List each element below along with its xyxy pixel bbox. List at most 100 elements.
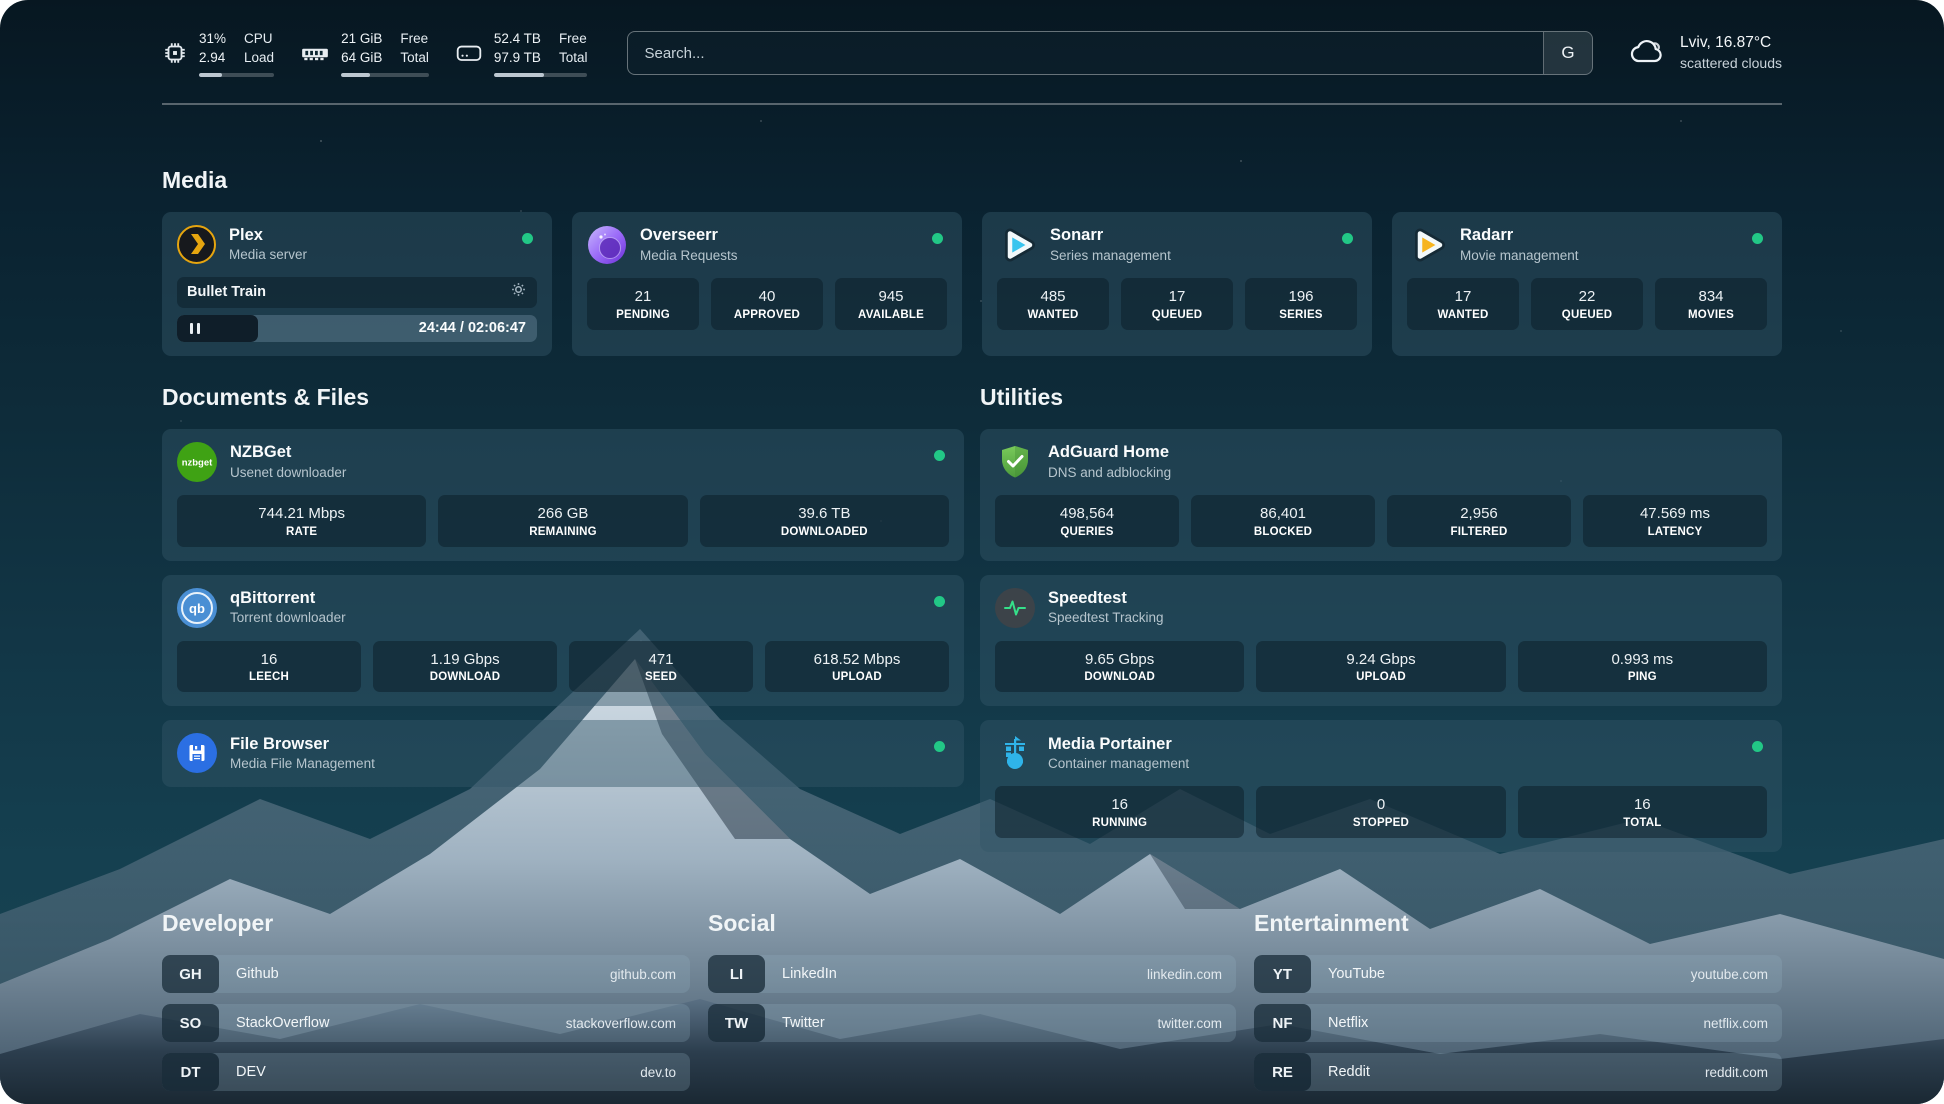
playback-progress-fill [177, 315, 258, 342]
service-title: Media Portainer [1048, 734, 1189, 755]
section-title-documents: Documents & Files [162, 384, 964, 411]
service-subtitle: Series management [1050, 247, 1171, 265]
service-title: Speedtest [1048, 588, 1164, 609]
service-card-adguard[interactable]: AdGuard Home DNS and adblocking 498,564 … [980, 429, 1782, 561]
service-card-speedtest[interactable]: Speedtest Speedtest Tracking 9.65 Gbps D… [980, 575, 1782, 707]
stat-tile-available: 945 AVAILABLE [835, 278, 947, 330]
service-card-plex[interactable]: Plex Media server Bullet Train [162, 212, 552, 356]
service-subtitle: Torrent downloader [230, 609, 346, 627]
stat-tile-latency: 47.569 ms LATENCY [1583, 495, 1767, 547]
stat-tile-stopped: 0 STOPPED [1256, 786, 1505, 838]
bookmark-github[interactable]: GH Github github.com [162, 955, 690, 993]
speedtest-icon [995, 588, 1035, 628]
service-subtitle: Movie management [1460, 247, 1579, 265]
bookmark-linkedin[interactable]: LI LinkedIn linkedin.com [708, 955, 1236, 993]
service-card-qbittorrent[interactable]: qb qBittorrent Torrent downloader [162, 575, 964, 707]
bookmark-url: reddit.com [1705, 1065, 1782, 1080]
stat-tile-download: 1.19 Gbps DOWNLOAD [373, 641, 557, 693]
session-settings-icon[interactable] [510, 281, 527, 303]
service-subtitle: Media server [229, 246, 307, 264]
service-title: Sonarr [1050, 225, 1171, 246]
service-title: AdGuard Home [1048, 442, 1171, 463]
stat-tile-filtered: 2,956 FILTERED [1387, 495, 1571, 547]
bookmark-abbr: DT [162, 1053, 219, 1091]
stat-tile-pending: 21 PENDING [587, 278, 699, 330]
service-card-overseerr[interactable]: Overseerr Media Requests 21 PENDING 40 A… [572, 212, 962, 356]
stat-tile-wanted: 17 WANTED [1407, 278, 1519, 330]
dashboard-window: 31%2.94 CPULoad [0, 0, 1944, 1104]
bookmark-abbr: TW [708, 1004, 765, 1042]
service-card-portainer[interactable]: Media Portainer Container management 16 … [980, 720, 1782, 852]
disk-icon [455, 40, 483, 66]
disk-values: 52.4 TB97.9 TB [494, 30, 541, 68]
bookmark-name: Reddit [1311, 1064, 1705, 1080]
bookmark-url: linkedin.com [1147, 967, 1236, 982]
service-subtitle: Container management [1048, 755, 1189, 773]
playback-progress-bar: 24:44 / 02:06:47 [177, 315, 537, 342]
cpu-stat-widget: 31%2.94 CPULoad [162, 30, 274, 77]
bookmark-name: StackOverflow [219, 1015, 566, 1031]
cpu-values: 31%2.94 [199, 30, 226, 68]
section-title-media: Media [162, 167, 1782, 194]
radarr-icon [1407, 225, 1447, 265]
service-subtitle: Media Requests [640, 247, 738, 265]
service-title: File Browser [230, 734, 375, 755]
bookmark-url: youtube.com [1691, 967, 1782, 982]
section-title-social: Social [708, 910, 1236, 937]
service-card-filebrowser[interactable]: File Browser Media File Management [162, 720, 964, 787]
section-title-entertainment: Entertainment [1254, 910, 1782, 937]
status-dot [934, 596, 945, 607]
status-dot [1752, 233, 1763, 244]
bookmark-url: stackoverflow.com [566, 1016, 690, 1031]
cpu-progress-bar [199, 73, 274, 77]
memory-values: 21 GiB64 GiB [341, 30, 382, 68]
bookmark-url: dev.to [640, 1065, 690, 1080]
stat-tile-remaining: 266 GB REMAINING [438, 495, 687, 547]
nzbget-icon: nzbget [177, 442, 217, 482]
bookmark-name: Twitter [765, 1015, 1157, 1031]
bookmark-name: LinkedIn [765, 966, 1147, 982]
service-title: qBittorrent [230, 588, 346, 609]
bookmark-url: github.com [610, 967, 690, 982]
bookmark-group-social: Social LI LinkedIn linkedin.com TW Twitt… [708, 910, 1236, 1053]
service-title: Overseerr [640, 225, 738, 246]
service-title: Plex [229, 225, 307, 246]
stat-tile-series: 196 SERIES [1245, 278, 1357, 330]
disk-progress-bar [494, 73, 588, 77]
portainer-icon [995, 733, 1035, 773]
bookmark-abbr: GH [162, 955, 219, 993]
search-input[interactable] [628, 32, 1543, 74]
bookmark-twitter[interactable]: TW Twitter twitter.com [708, 1004, 1236, 1042]
bookmark-dev[interactable]: DT DEV dev.to [162, 1053, 690, 1091]
bookmark-abbr: LI [708, 955, 765, 993]
svg-text:nzbget: nzbget [182, 457, 213, 468]
stat-tile-rate: 744.21 Mbps RATE [177, 495, 426, 547]
stat-tile-movies: 834 MOVIES [1655, 278, 1767, 330]
stat-tile-blocked: 86,401 BLOCKED [1191, 495, 1375, 547]
status-dot [934, 450, 945, 461]
pause-icon[interactable] [190, 323, 193, 334]
memory-labels: FreeTotal [400, 30, 429, 68]
bookmark-reddit[interactable]: RE Reddit reddit.com [1254, 1053, 1782, 1091]
bookmark-abbr: YT [1254, 955, 1311, 993]
bookmark-url: twitter.com [1157, 1016, 1236, 1031]
stat-tile-ping: 0.993 ms PING [1518, 641, 1767, 693]
search-provider-button[interactable]: G [1543, 32, 1592, 74]
bookmark-stackoverflow[interactable]: SO StackOverflow stackoverflow.com [162, 1004, 690, 1042]
disk-stat-widget: 52.4 TB97.9 TB FreeTotal [455, 30, 588, 77]
stat-tile-queries: 498,564 QUERIES [995, 495, 1179, 547]
stat-tile-upload: 618.52 Mbps UPLOAD [765, 641, 949, 693]
bookmark-abbr: RE [1254, 1053, 1311, 1091]
bookmark-group-entertainment: Entertainment YT YouTube youtube.com NF … [1254, 910, 1782, 1102]
memory-stat-widget: 21 GiB64 GiB FreeTotal [300, 30, 429, 77]
service-subtitle: Usenet downloader [230, 464, 346, 482]
media-card-grid: Plex Media server Bullet Train [162, 212, 1782, 356]
service-card-sonarr[interactable]: Sonarr Series management 485 WANTED 17 Q… [982, 212, 1372, 356]
adguard-icon [995, 442, 1035, 482]
bookmark-name: Github [219, 966, 610, 982]
service-card-radarr[interactable]: Radarr Movie management 17 WANTED 22 QUE… [1392, 212, 1782, 356]
now-playing-row: Bullet Train [177, 277, 537, 308]
bookmark-netflix[interactable]: NF Netflix netflix.com [1254, 1004, 1782, 1042]
bookmark-youtube[interactable]: YT YouTube youtube.com [1254, 955, 1782, 993]
service-card-nzbget[interactable]: nzbget NZBGet Usenet downloader [162, 429, 964, 561]
